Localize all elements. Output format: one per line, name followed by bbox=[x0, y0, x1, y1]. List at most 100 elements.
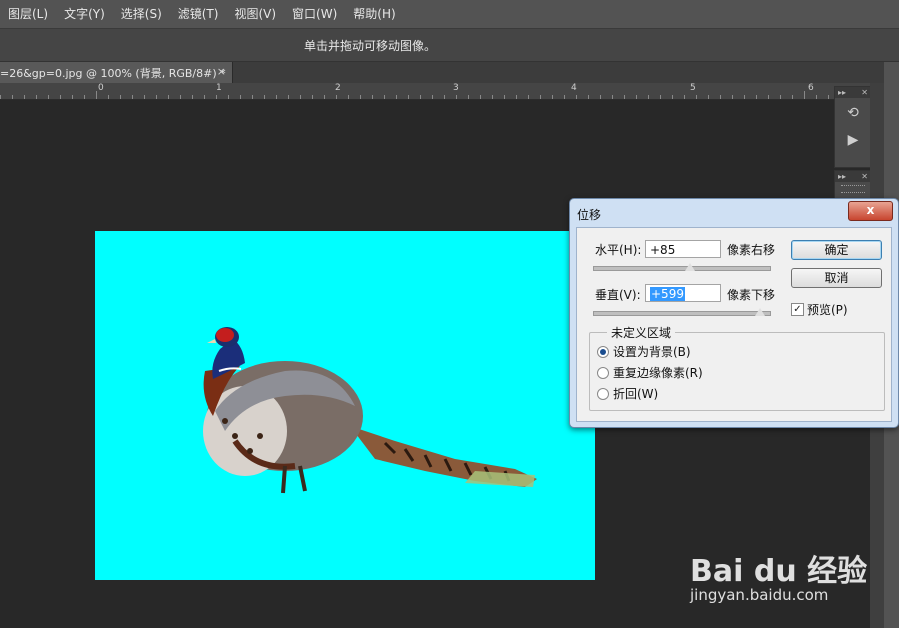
horizontal-offset-field[interactable]: +85 bbox=[645, 240, 721, 258]
watermark-brand: Bai du 经验 bbox=[690, 554, 868, 589]
radio-wrap-around[interactable] bbox=[597, 388, 609, 400]
vertical-unit: 像素下移 bbox=[727, 288, 776, 302]
ruler-tick bbox=[156, 95, 157, 99]
ruler-tick bbox=[372, 95, 373, 99]
ruler-tick bbox=[708, 95, 709, 99]
radio-label: 设置为背景(B) bbox=[613, 345, 691, 359]
ruler-tick bbox=[576, 95, 577, 99]
ruler-tick bbox=[144, 95, 145, 99]
vertical-slider-thumb[interactable] bbox=[755, 308, 766, 316]
close-icon[interactable]: ✕ bbox=[861, 172, 868, 181]
ruler-tick bbox=[432, 95, 433, 99]
horizontal-ruler: 0 1 2 3 4 5 6 bbox=[0, 83, 884, 100]
ruler-tick bbox=[312, 95, 313, 99]
vertical-label: 垂直(V): bbox=[595, 288, 641, 302]
ruler-tick bbox=[696, 95, 697, 99]
vertical-offset-field[interactable]: +599 bbox=[645, 284, 721, 302]
watermark-url: jingyan.baidu.com bbox=[690, 586, 829, 604]
menu-filter[interactable]: 滤镜(T) bbox=[170, 0, 227, 28]
radio-repeat-edge-pixels[interactable] bbox=[597, 367, 609, 379]
ruler-tick bbox=[516, 95, 517, 99]
ruler-label: 3 bbox=[453, 83, 459, 93]
ruler-label: 0 bbox=[98, 83, 104, 93]
preview-checkbox[interactable]: ✓ bbox=[791, 303, 804, 316]
ruler-tick bbox=[612, 95, 613, 99]
close-icon[interactable]: × bbox=[217, 65, 226, 78]
ruler-tick bbox=[24, 95, 25, 99]
menu-layer[interactable]: 图层(L) bbox=[0, 0, 56, 28]
menu-window[interactable]: 窗口(W) bbox=[284, 0, 345, 28]
preview-label: 预览(P) bbox=[807, 303, 848, 317]
ruler-tick bbox=[48, 95, 49, 99]
ruler-tick bbox=[720, 95, 721, 99]
ruler-tick bbox=[180, 95, 181, 99]
ruler-tick bbox=[384, 95, 385, 99]
ruler-tick bbox=[792, 95, 793, 99]
close-icon[interactable]: ✕ bbox=[861, 88, 868, 97]
document-image[interactable] bbox=[95, 231, 595, 580]
ruler-tick bbox=[588, 95, 589, 99]
ruler-tick bbox=[816, 95, 817, 99]
ruler-tick bbox=[828, 95, 829, 99]
dialog-body: 水平(H): +85 像素右移 垂直(V): +599 像素下移 确定 取消 ✓… bbox=[576, 227, 892, 422]
ruler-tick bbox=[252, 95, 253, 99]
ruler-tick bbox=[684, 95, 685, 99]
pheasant-image bbox=[203, 327, 537, 494]
ruler-label: 2 bbox=[335, 83, 341, 93]
ruler-tick bbox=[408, 95, 409, 99]
ruler-tick bbox=[300, 95, 301, 99]
ruler-tick bbox=[72, 95, 73, 99]
ruler-label: 1 bbox=[216, 83, 222, 93]
dialog-close-button[interactable]: x bbox=[848, 201, 893, 221]
ruler-tick bbox=[192, 95, 193, 99]
ruler-tick bbox=[84, 95, 85, 99]
ruler-tick bbox=[780, 95, 781, 99]
menu-select[interactable]: 选择(S) bbox=[113, 0, 170, 28]
ruler-tick bbox=[528, 95, 529, 99]
undefined-area-title: 未定义区域 bbox=[607, 324, 676, 341]
radio-label: 重复边缘像素(R) bbox=[613, 366, 703, 380]
ruler-tick bbox=[624, 95, 625, 99]
menu-bar: 图层(L) 文字(Y) 选择(S) 滤镜(T) 视图(V) 窗口(W) 帮助(H… bbox=[0, 0, 899, 29]
dialog-title: 位移 bbox=[577, 208, 602, 222]
ruler-tick bbox=[108, 95, 109, 99]
horizontal-unit: 像素右移 bbox=[727, 243, 776, 257]
ruler-tick bbox=[264, 95, 265, 99]
collapse-icon[interactable]: ▸▸ bbox=[838, 172, 846, 181]
ruler-tick bbox=[132, 95, 133, 99]
menu-type[interactable]: 文字(Y) bbox=[56, 0, 113, 28]
horizontal-offset-value: +85 bbox=[650, 243, 676, 257]
ruler-tick bbox=[396, 95, 397, 99]
play-icon[interactable]: ▶ bbox=[838, 128, 868, 152]
document-tab-title: =26&gp=0.jpg @ 100% (背景, RGB/8#) * bbox=[0, 66, 226, 80]
collapse-icon[interactable]: ▸▸ bbox=[838, 88, 846, 97]
ruler-tick bbox=[12, 95, 13, 99]
ruler-tick bbox=[648, 95, 649, 99]
document-tab[interactable]: =26&gp=0.jpg @ 100% (背景, RGB/8#) * × bbox=[0, 62, 233, 83]
panel-grip[interactable] bbox=[841, 185, 865, 193]
ruler-tick bbox=[120, 95, 121, 99]
horizontal-slider-thumb[interactable] bbox=[684, 263, 695, 271]
menu-view[interactable]: 视图(V) bbox=[226, 0, 284, 28]
baidu-watermark: Bai du 经验 jingyan.baidu.com bbox=[690, 528, 867, 608]
ok-button[interactable]: 确定 bbox=[791, 240, 882, 260]
history-icon[interactable]: ⟲ bbox=[838, 101, 868, 125]
ruler-tick bbox=[540, 95, 541, 99]
vertical-slider-track[interactable] bbox=[593, 311, 771, 316]
cancel-button[interactable]: 取消 bbox=[791, 268, 882, 288]
ruler-tick bbox=[744, 95, 745, 99]
offset-dialog: 位移 x 水平(H): +85 像素右移 垂直(V): +599 像素下移 确定… bbox=[569, 198, 899, 428]
ruler-tick bbox=[636, 95, 637, 99]
history-panel-strip: ▸▸ ✕ ⟲ ▶ bbox=[834, 86, 872, 168]
document-tab-bar: =26&gp=0.jpg @ 100% (背景, RGB/8#) * × bbox=[0, 62, 884, 83]
ruler-tick bbox=[96, 91, 97, 99]
menu-help[interactable]: 帮助(H) bbox=[345, 0, 403, 28]
ruler-tick bbox=[420, 95, 421, 99]
radio-set-background[interactable] bbox=[597, 346, 609, 358]
ruler-tick bbox=[348, 95, 349, 99]
horizontal-slider-track[interactable] bbox=[593, 266, 771, 271]
ruler-tick bbox=[336, 95, 337, 99]
ruler-tick bbox=[480, 95, 481, 99]
ruler-tick bbox=[288, 95, 289, 99]
ruler-tick bbox=[360, 95, 361, 99]
